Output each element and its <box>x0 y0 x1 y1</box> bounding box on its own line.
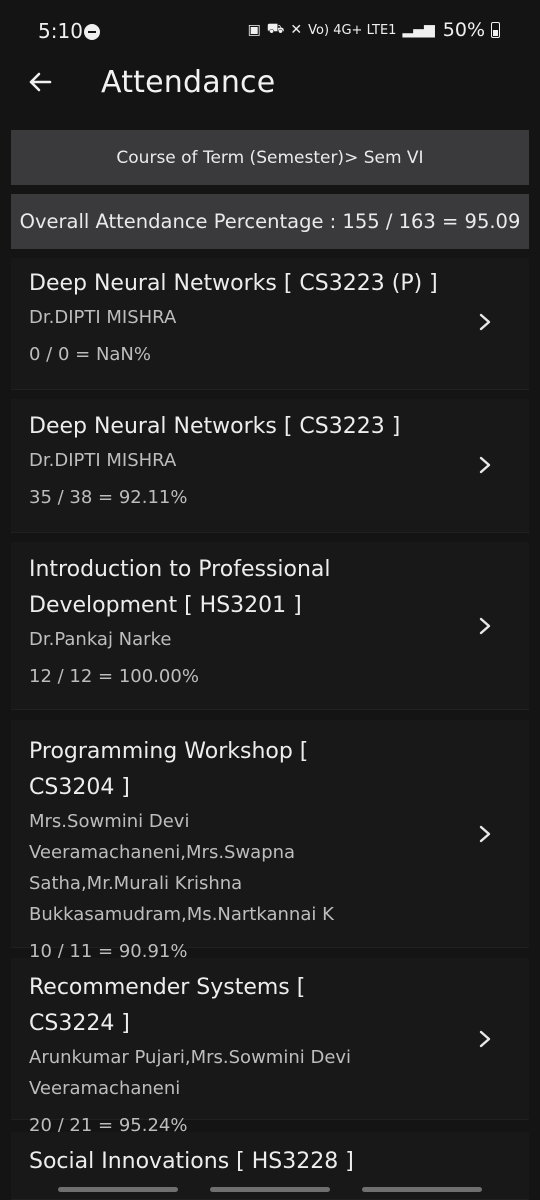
course-faculty: Dr.Pankaj Narke <box>29 629 172 650</box>
chevron-right-icon <box>479 825 491 843</box>
course-title: Deep Neural Networks [ CS3223 ] <box>29 414 401 439</box>
mute-icon: ✕ <box>290 22 303 38</box>
chevron-right-icon <box>479 313 491 331</box>
overall-attendance-banner: Overall Attendance Percentage : 155 / 16… <box>11 194 529 249</box>
course-title: Programming Workshop [ CS3204 ] <box>29 739 309 800</box>
notification-icon: ▣ <box>247 22 261 38</box>
course-item[interactable]: Deep Neural Networks [ CS3223 ] Dr.DIPTI… <box>11 399 529 533</box>
do-not-disturb-icon <box>84 24 100 40</box>
nav-gesture-recents[interactable] <box>58 1187 178 1192</box>
course-faculty: Mrs.Sowmini Devi Veeramachaneni,Mrs.Swap… <box>29 811 334 925</box>
chevron-right-icon <box>479 1030 491 1048</box>
page-title: Attendance <box>101 65 276 100</box>
course-title: Deep Neural Networks [ CS3223 (P) ] <box>29 271 438 296</box>
course-item[interactable]: Introduction to Professional Development… <box>11 542 529 710</box>
course-item[interactable]: Programming Workshop [ CS3204 ] Mrs.Sowm… <box>11 720 529 962</box>
status-time: 5:10 <box>38 19 83 43</box>
course-title: Introduction to Professional Development… <box>29 557 331 618</box>
course-attendance: 0 / 0 = NaN% <box>29 344 152 365</box>
course-faculty: Dr.DIPTI MISHRA <box>29 307 177 328</box>
network-label: Vo) 4G+ LTE1 <box>308 22 397 38</box>
signal-icon: ▂▄▆ <box>402 22 435 38</box>
course-attendance: 12 / 12 = 100.00% <box>29 666 199 687</box>
nav-gesture-home[interactable] <box>210 1187 330 1192</box>
course-item[interactable]: Recommender Systems [ CS3224 ] Arunkumar… <box>11 958 529 1136</box>
course-title: Social Innovations [ HS3228 ] <box>29 1149 354 1174</box>
chevron-right-icon <box>479 617 491 635</box>
nav-gesture-back[interactable] <box>362 1187 482 1192</box>
course-faculty: Dr.DIPTI MISHRA <box>29 450 177 471</box>
course-attendance: 35 / 38 = 92.11% <box>29 487 188 508</box>
back-arrow-icon[interactable] <box>26 68 54 96</box>
app-bar: Attendance <box>0 60 540 110</box>
course-item[interactable]: Deep Neural Networks [ CS3223 (P) ] Dr.D… <box>11 258 529 390</box>
course-faculty: Arunkumar Pujari,Mrs.Sowmini Devi Veeram… <box>29 1047 352 1099</box>
battery-icon <box>491 22 500 38</box>
battery-percent: 50% <box>442 19 485 41</box>
sleep-mode-icon: ⛟ <box>266 21 285 37</box>
status-bar: 5:10 ▣ ⛟ ✕ Vo) 4G+ LTE1 ▂▄▆ 50% <box>0 0 540 60</box>
status-icons: ▣ ⛟ ✕ Vo) 4G+ LTE1 ▂▄▆ 50% <box>248 19 500 41</box>
chevron-right-icon <box>479 456 491 474</box>
course-title: Recommender Systems [ CS3224 ] <box>29 975 306 1036</box>
term-banner: Course of Term (Semester)> Sem VI <box>11 130 529 185</box>
